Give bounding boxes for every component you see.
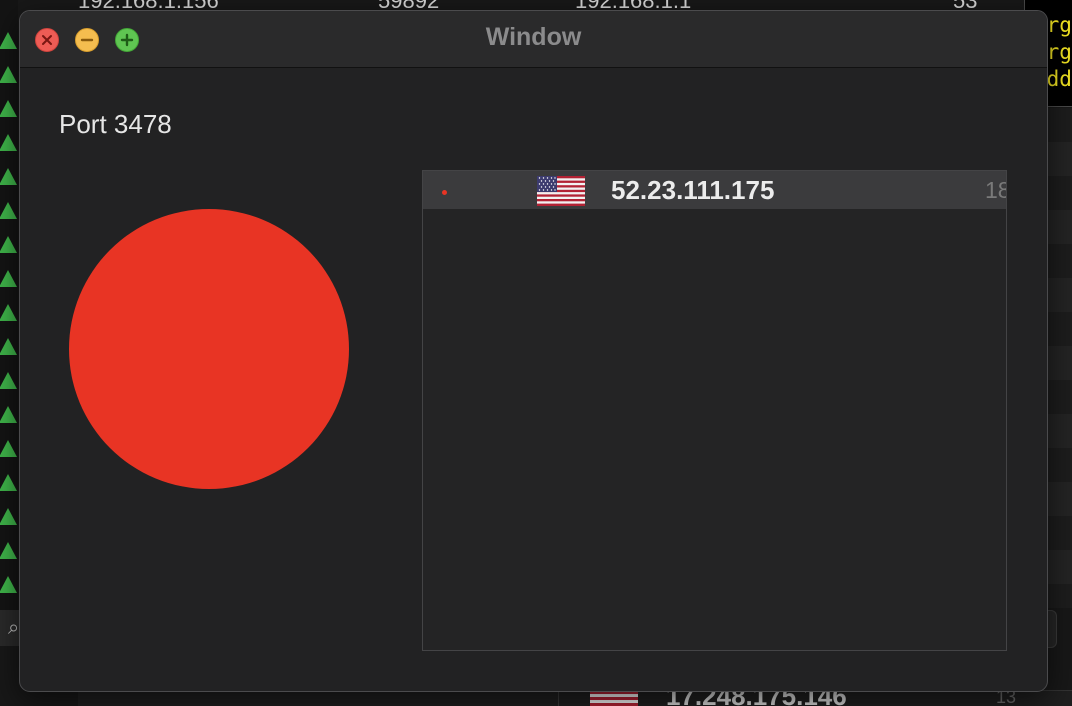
count-cell: 13 [996, 690, 1017, 706]
us-flag-icon [590, 691, 638, 706]
outgoing-arrow-icon [0, 236, 17, 253]
direction-column [0, 0, 18, 610]
outgoing-arrow-icon [0, 508, 17, 525]
status-dot-icon [442, 190, 447, 195]
outgoing-arrow-icon [0, 202, 17, 219]
title-bar[interactable]: Window [20, 11, 1047, 68]
ip-cell: 17.248.175.146 [666, 690, 847, 706]
column-divider [558, 691, 559, 706]
outgoing-arrow-icon [0, 372, 17, 389]
search-icon: ⌕ [8, 617, 20, 639]
connection-row[interactable]: 52.23.111.175 18 [423, 171, 1006, 209]
outgoing-arrow-icon [0, 32, 17, 49]
outgoing-arrow-icon [0, 576, 17, 593]
us-flag-icon [537, 176, 585, 206]
connection-count: 18 [985, 177, 1006, 203]
outgoing-arrow-icon [0, 338, 17, 355]
remote-ip: 52.23.111.175 [611, 175, 775, 205]
outgoing-arrow-icon [0, 270, 17, 287]
status-indicator [69, 209, 349, 489]
close-button[interactable] [35, 28, 59, 52]
outgoing-arrow-icon [0, 168, 17, 185]
close-icon [42, 35, 52, 45]
window-title: Window [485, 23, 582, 51]
minimize-button[interactable] [75, 28, 99, 52]
port-window: Window Port 3478 52.23.111.175 1 [19, 10, 1048, 692]
screen: 192.168.1.156 59892 192.168.1.1 53 [0, 0, 1072, 706]
background-table-stripes [1047, 108, 1072, 608]
connection-list[interactable]: 52.23.111.175 18 [422, 170, 1007, 651]
plus-icon [120, 33, 134, 47]
outgoing-arrow-icon [0, 66, 17, 83]
minimize-icon [80, 38, 94, 42]
background-table-row[interactable]: 17.248.175.146 13 [78, 690, 1072, 706]
outgoing-arrow-icon [0, 406, 17, 423]
outgoing-arrow-icon [0, 134, 17, 151]
outgoing-arrow-icon [0, 474, 17, 491]
outgoing-arrow-icon [0, 304, 17, 321]
outgoing-arrow-icon [0, 100, 17, 117]
port-label: Port 3478 [59, 109, 172, 139]
zoom-button[interactable] [115, 28, 139, 52]
outgoing-arrow-icon [0, 542, 17, 559]
outgoing-arrow-icon [0, 440, 17, 457]
